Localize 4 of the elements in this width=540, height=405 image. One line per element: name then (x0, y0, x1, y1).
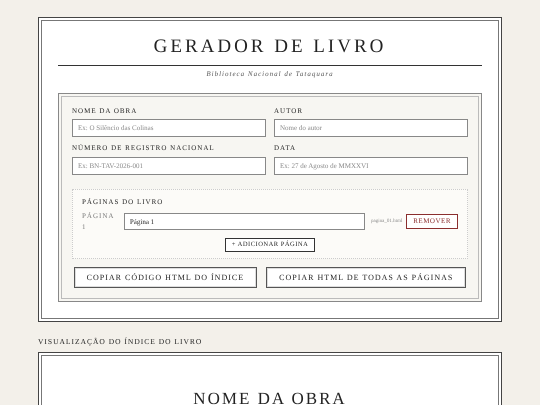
page-title: GERADOR DE LIVRO (152, 35, 388, 59)
copy-button[interactable]: COPIAR CÓDIGO HTML DO ÍNDICE (74, 267, 258, 288)
preview-title: NOME DA OBRA (192, 390, 348, 405)
copy-button[interactable]: COPIAR HTML DE TODAS AS PÁGINAS (266, 267, 466, 288)
